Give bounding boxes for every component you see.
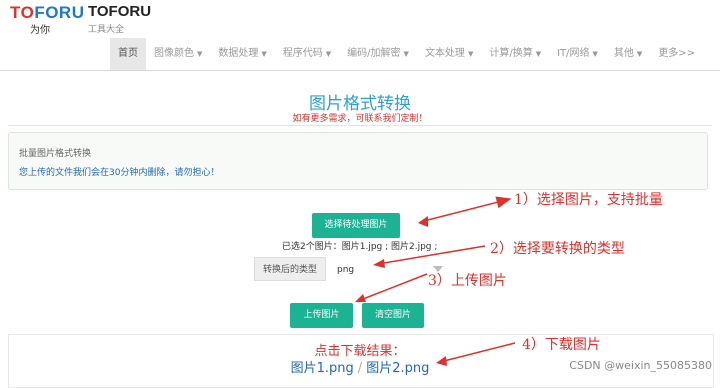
annotation-step-3: 3）上传图片: [428, 273, 507, 289]
link-separator: /: [357, 361, 363, 376]
caret-down-icon: ▼: [325, 50, 332, 58]
nav-label: 其他: [613, 48, 634, 59]
nav-label: 计算/换算: [489, 48, 533, 59]
convert-type-group: 转换后的类型 png: [254, 257, 448, 281]
caret-down-icon: ▼: [403, 50, 409, 58]
select-images-button[interactable]: 选择待处理图片: [312, 213, 400, 238]
annotation-step-1: 1）选择图片，支持批量: [514, 192, 663, 208]
caret-down-icon: ▼: [467, 50, 474, 58]
nav-label: 更多>>: [658, 48, 696, 59]
logo-subtitle: 为你: [30, 25, 50, 36]
nav-label: IT/网络: [557, 48, 590, 59]
logo[interactable]: TOFORU: [10, 3, 84, 23]
watermark: CSDN @weixin_55085380: [569, 359, 712, 372]
nav-label: 图像颜色: [154, 48, 194, 59]
caret-down-icon: ▼: [592, 50, 598, 58]
annotation-step-4: 4）下载图片: [522, 337, 601, 353]
info-title: 批量图片格式转换: [19, 149, 92, 159]
selected-files-text: 已选2个图片：图片1.jpg ; 图片2.jpg ;: [282, 242, 438, 252]
convert-type-value: png: [337, 265, 355, 275]
upload-button[interactable]: 上传图片: [290, 303, 353, 328]
convert-type-label: 转换后的类型: [254, 257, 326, 281]
clear-images-button[interactable]: 清空图片: [362, 303, 424, 328]
nav-label: 首页: [118, 48, 138, 59]
divider: [8, 125, 712, 126]
nav-label: 编码/加解密: [347, 48, 401, 59]
custom-notice: 如有更多需求，可联系我们定制！: [292, 114, 428, 124]
nav-item-other[interactable]: 其他 ▼: [606, 38, 650, 70]
download-link-2[interactable]: 图片2.png: [366, 361, 429, 376]
info-text: 您上传的文件我们会在30分钟内删除，请勿担心！: [19, 168, 220, 178]
nav-label: 文本处理: [424, 48, 465, 59]
nav-item-more[interactable]: 更多>>: [650, 38, 703, 70]
nav-item-calculation[interactable]: 计算/换算 ▼: [481, 38, 549, 70]
caret-down-icon: ▼: [535, 50, 542, 58]
logo-text-to: TO: [10, 3, 35, 22]
nav-item-data-processing[interactable]: 数据处理 ▼: [210, 38, 274, 70]
info-panel: 批量图片格式转换 您上传的文件我们会在30分钟内删除，请勿担心！: [8, 132, 708, 190]
download-link-1[interactable]: 图片1.png: [291, 361, 354, 376]
nav-item-encoding[interactable]: 编码/加解密 ▼: [339, 38, 417, 70]
logo-text-ru: RU: [58, 3, 85, 22]
caret-down-icon: ▼: [261, 50, 267, 58]
arrowhead-1: [418, 216, 428, 227]
nav-item-home[interactable]: 首页: [110, 38, 146, 70]
caret-down-icon: ▼: [636, 50, 643, 58]
site-name[interactable]: TOFORU: [88, 3, 151, 20]
nav-item-text-processing[interactable]: 文本处理 ▼: [417, 38, 481, 70]
arrow-1: [419, 196, 512, 223]
nav-item-it-network[interactable]: IT/网络 ▼: [549, 38, 606, 70]
arrowhead-3: [355, 294, 366, 302]
main-nav: 首页 图像颜色 ▼ 数据处理 ▼ 程序代码 ▼ 编码/加解密 ▼ 文本处理 ▼ 计算/换算…: [110, 38, 703, 70]
site-subtitle: 工具大全: [88, 25, 125, 35]
nav-item-image-color[interactable]: 图像颜色 ▼: [146, 38, 210, 70]
nav-item-program-code[interactable]: 程序代码 ▼: [275, 38, 339, 70]
annotation-step-2: 2）选择要转换的类型: [490, 241, 625, 257]
caret-down-icon: ▼: [197, 50, 203, 58]
nav-label: 程序代码: [282, 48, 323, 59]
logo-text-fo: FO: [34, 3, 59, 22]
top-header: TOFORU 为你 TOFORU 工具大全 首页 图像颜色 ▼ 数据处理 ▼ 程序代…: [0, 0, 720, 71]
nav-label: 数据处理: [218, 48, 259, 59]
